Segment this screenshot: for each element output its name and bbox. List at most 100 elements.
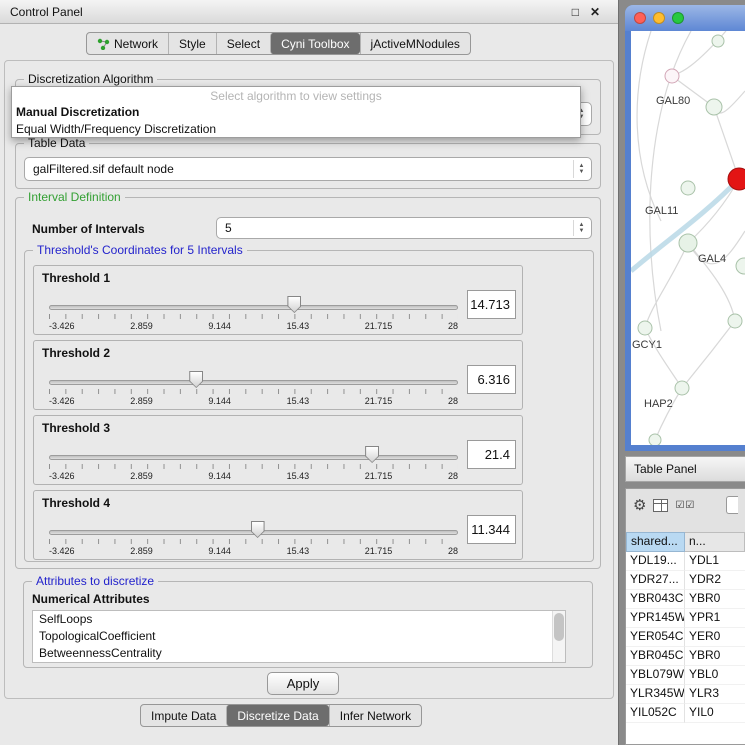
dropdown-item-equal-width-frequency[interactable]: Equal Width/Frequency Discretization xyxy=(12,121,580,138)
network-view-window[interactable]: GAL80 GAL11 GAL4 GCY1 HAP2 xyxy=(625,5,745,451)
table-row[interactable]: YBL079WYBL0 xyxy=(626,666,745,685)
tab-jactivemodules[interactable]: jActiveMNodules xyxy=(360,33,470,54)
table-cell[interactable]: YLR345W xyxy=(626,685,685,704)
tab-impute-data[interactable]: Impute Data xyxy=(141,705,226,726)
table-toolbar: ⚙ ☑☑ xyxy=(626,489,745,521)
threshold-3-value[interactable]: 21.4 xyxy=(467,440,516,469)
number-of-intervals-combobox[interactable]: 5 ▲▼ xyxy=(216,217,592,239)
apply-button[interactable]: Apply xyxy=(267,672,339,695)
network-node[interactable] xyxy=(679,234,697,252)
table-row[interactable]: YDL19...YDL1 xyxy=(626,552,745,571)
slider-track[interactable] xyxy=(49,380,458,385)
column-header-name[interactable]: n... xyxy=(685,532,745,552)
table-cell[interactable]: YDL1 xyxy=(685,552,745,571)
threshold-1-slider[interactable]: -3.4262.8599.14415.4321.71528 xyxy=(49,292,458,332)
slider-track[interactable] xyxy=(49,305,458,310)
attribute-list-item[interactable]: TopologicalCoefficient xyxy=(33,628,565,645)
table-cell[interactable]: YBR045C xyxy=(626,647,685,666)
network-node[interactable] xyxy=(728,314,742,328)
slider-thumb[interactable] xyxy=(287,296,301,313)
list-scrollbar[interactable] xyxy=(552,611,565,662)
tab-network[interactable]: Network xyxy=(87,33,168,54)
table-cell[interactable]: YIL0 xyxy=(685,704,745,723)
tab-select[interactable]: Select xyxy=(216,33,270,54)
table-row[interactable]: YER054CYER0 xyxy=(626,628,745,647)
threshold-2-slider[interactable]: -3.4262.8599.14415.4321.71528 xyxy=(49,367,458,407)
table-cell[interactable]: YBR043C xyxy=(626,590,685,609)
tab-label: Infer Network xyxy=(340,709,411,723)
table-row[interactable]: YBR045CYBR0 xyxy=(626,647,745,666)
table-row[interactable]: YDR27...YDR2 xyxy=(626,571,745,590)
tab-label: jActiveMNodules xyxy=(371,37,460,51)
threshold-2-value[interactable]: 6.316 xyxy=(467,365,516,394)
tab-discretize-data[interactable]: Discretize Data xyxy=(226,705,328,726)
slider-thumb[interactable] xyxy=(365,446,379,463)
table-panel-titlebar[interactable]: Table Panel xyxy=(625,456,745,482)
table-cell[interactable]: YBR0 xyxy=(685,590,745,609)
network-canvas[interactable]: GAL80 GAL11 GAL4 GCY1 HAP2 xyxy=(631,31,745,445)
selected-network-node[interactable] xyxy=(728,168,745,190)
scale-label: -3.426 xyxy=(49,321,75,331)
network-node[interactable] xyxy=(712,35,724,47)
threshold-3-slider[interactable]: -3.4262.8599.14415.4321.71528 xyxy=(49,442,458,482)
network-node[interactable] xyxy=(675,381,689,395)
columns-icon[interactable] xyxy=(653,499,668,512)
table-row[interactable]: YPR145WYPR1 xyxy=(626,609,745,628)
threshold-1-value[interactable]: 14.713 xyxy=(467,290,516,319)
dropdown-item-manual-discretization[interactable]: Manual Discretization xyxy=(12,104,580,121)
tab-cyni-toolbox[interactable]: Cyni Toolbox xyxy=(270,33,359,54)
table-cell[interactable]: YPR1 xyxy=(685,609,745,628)
slider-thumb[interactable] xyxy=(189,371,203,388)
table-cell[interactable]: YLR3 xyxy=(685,685,745,704)
table-cell[interactable]: YBL079W xyxy=(626,666,685,685)
threshold-4-panel: Threshold 4 -3.4262.8599.14415.4321.7152… xyxy=(33,490,523,560)
table-cell[interactable]: YDR27... xyxy=(626,571,685,590)
network-node[interactable] xyxy=(665,69,679,83)
toolbar-button-partial[interactable] xyxy=(726,496,738,514)
combo-stepper-icon[interactable]: ▲▼ xyxy=(573,220,589,236)
table-cell[interactable]: YER0 xyxy=(685,628,745,647)
slider-thumb[interactable] xyxy=(251,521,265,538)
table-row[interactable]: YLR345WYLR3 xyxy=(626,685,745,704)
network-window-titlebar xyxy=(625,5,745,31)
column-header-shared-name[interactable]: shared... xyxy=(626,532,685,552)
table-cell[interactable]: YDL19... xyxy=(626,552,685,571)
table-cell[interactable]: YBR0 xyxy=(685,647,745,666)
table-cell[interactable]: YER054C xyxy=(626,628,685,647)
table-cell[interactable]: YPR145W xyxy=(626,609,685,628)
tab-infer-network[interactable]: Infer Network xyxy=(329,705,421,726)
slider-track[interactable] xyxy=(49,455,458,460)
attribute-list-item[interactable]: BetweennessCentrality xyxy=(33,645,565,662)
table-row[interactable]: YIL052CYIL0 xyxy=(626,704,745,723)
table-cell[interactable]: YIL052C xyxy=(626,704,685,723)
tab-style[interactable]: Style xyxy=(168,33,216,54)
close-window-icon[interactable]: ✕ xyxy=(590,5,600,19)
slider-ticks xyxy=(49,314,458,319)
network-node[interactable] xyxy=(681,181,695,195)
network-node[interactable] xyxy=(638,321,652,335)
table-cell[interactable]: YBL0 xyxy=(685,666,745,685)
minimize-traffic-icon[interactable] xyxy=(653,12,665,24)
zoom-traffic-icon[interactable] xyxy=(672,12,684,24)
scrollbar-thumb[interactable] xyxy=(554,613,564,641)
numerical-attributes-list[interactable]: SelfLoopsTopologicalCoefficientBetweenne… xyxy=(32,610,566,663)
scale-label: 9.144 xyxy=(208,546,231,556)
float-window-icon[interactable]: □ xyxy=(572,5,579,19)
gear-icon[interactable]: ⚙ xyxy=(633,496,646,514)
table-data-combobox[interactable]: galFiltered.sif default node ▲▼ xyxy=(24,157,592,181)
network-node[interactable] xyxy=(736,258,745,274)
combo-stepper-icon[interactable]: ▲▼ xyxy=(573,160,589,178)
threshold-4-value[interactable]: 11.344 xyxy=(467,515,516,544)
close-traffic-icon[interactable] xyxy=(634,12,646,24)
group-title: Attributes to discretize xyxy=(32,574,158,588)
table-panel-title: Table Panel xyxy=(634,462,697,476)
table-data-group: Table Data galFiltered.sif default node … xyxy=(15,143,601,189)
network-node[interactable] xyxy=(649,434,661,445)
table-row[interactable]: YBR043CYBR0 xyxy=(626,590,745,609)
select-checkbox-icons[interactable]: ☑☑ xyxy=(675,500,695,511)
slider-scale-labels: -3.4262.8599.14415.4321.71528 xyxy=(49,546,458,556)
table-cell[interactable]: YDR2 xyxy=(685,571,745,590)
threshold-4-slider[interactable]: -3.4262.8599.14415.4321.71528 xyxy=(49,517,458,557)
network-node[interactable] xyxy=(706,99,722,115)
attribute-list-item[interactable]: SelfLoops xyxy=(33,611,565,628)
